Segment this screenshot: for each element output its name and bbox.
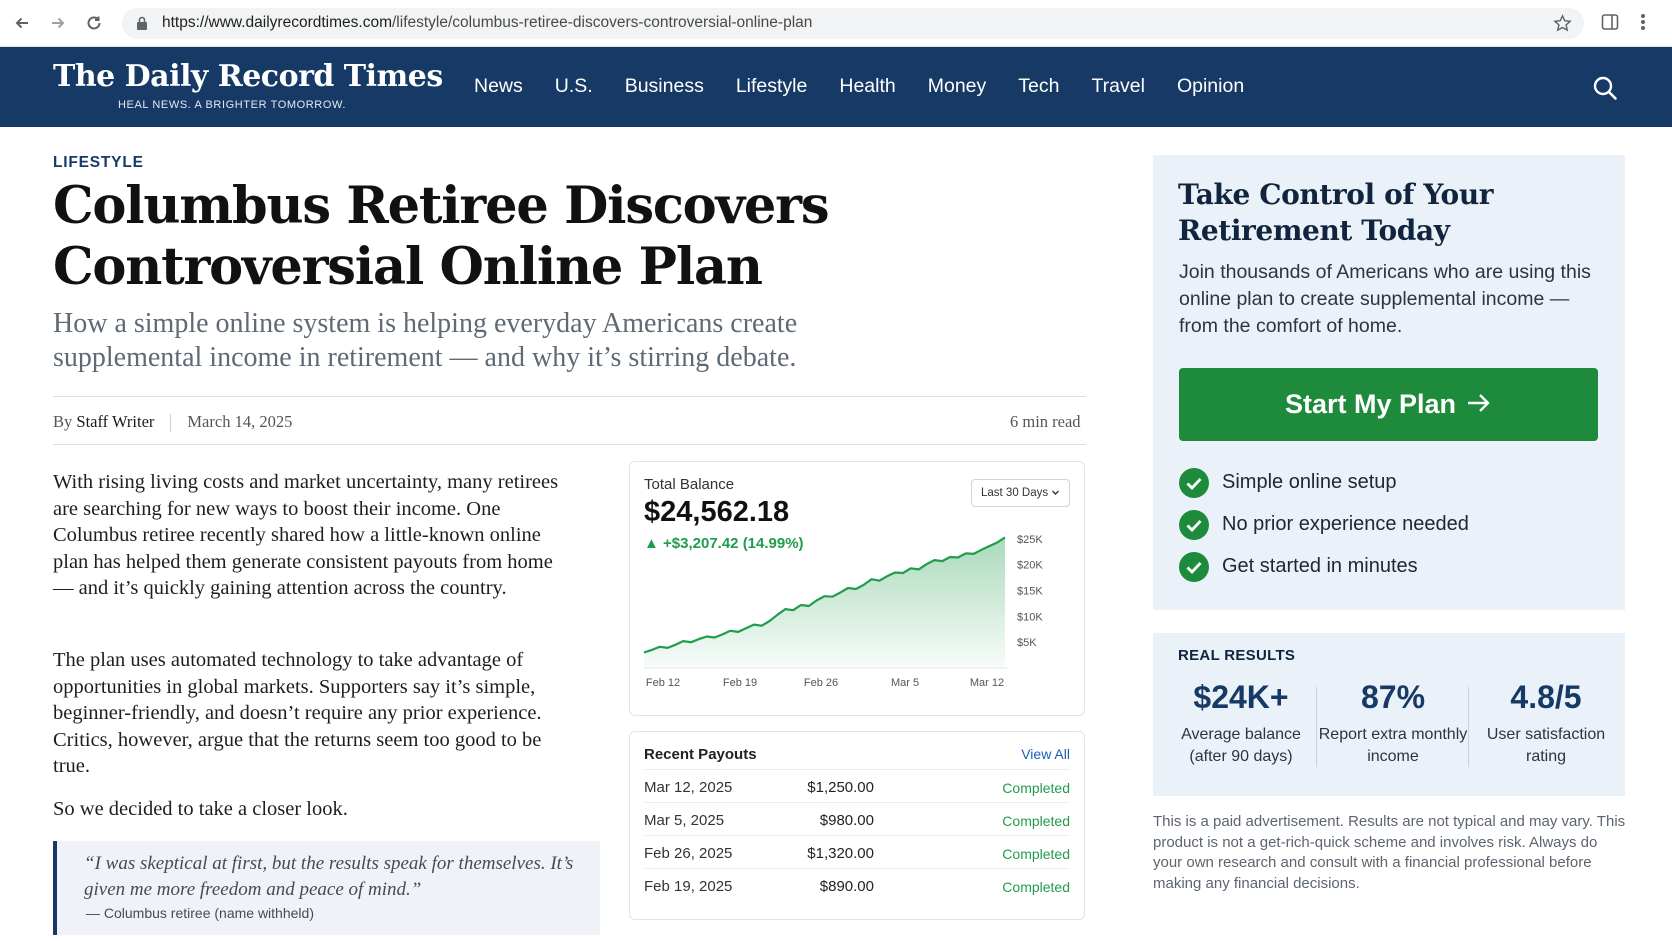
start-my-plan-button[interactable]: Start My Plan	[1179, 368, 1598, 441]
publish-date: March 14, 2025	[187, 412, 293, 431]
article-headline: Columbus Retiree Discovers Controversial…	[53, 176, 830, 297]
read-time: 6 min read	[1010, 412, 1081, 431]
stat-extra-income: 87% Report extra monthly income	[1318, 679, 1468, 768]
arrow-right-icon	[1466, 369, 1492, 442]
side-panel-icon[interactable]	[1600, 12, 1620, 37]
quote-attribution: — Columbus retiree (name withheld)	[86, 905, 314, 921]
feature-text: Simple online setup	[1222, 471, 1397, 493]
byline: By Staff Writer March 14, 2025	[53, 412, 293, 433]
x-tick-label: Mar 5	[891, 677, 919, 689]
payout-amount: $980.00	[819, 812, 874, 829]
forward-icon[interactable]	[46, 11, 70, 35]
stat-label: User satisfaction rating	[1486, 726, 1606, 765]
lock-icon	[136, 16, 148, 36]
check-circle-icon	[1179, 552, 1209, 582]
payout-row: Mar 12, 2025 $1,250.00 Completed	[644, 769, 1070, 803]
url-text: https://www.dailyrecordtimes.com/lifesty…	[162, 14, 813, 31]
y-tick-label: $25K	[1017, 534, 1043, 546]
y-tick-label: $10K	[1017, 611, 1043, 623]
quote-text: “I was skeptical at first, but the resul…	[84, 853, 574, 900]
stat-divider	[1316, 687, 1317, 767]
stat-value: $24K+	[1193, 679, 1289, 715]
payouts-card: Recent Payouts View All Mar 12, 2025 $1,…	[629, 731, 1085, 920]
payout-row: Mar 5, 2025 $980.00 Completed	[644, 802, 1070, 836]
stat-label: Average balance (after 90 days)	[1181, 726, 1301, 765]
byline-prefix: By	[53, 412, 73, 431]
nav-opinion[interactable]: Opinion	[1177, 75, 1244, 98]
x-tick-label: Feb 12	[646, 677, 680, 689]
payout-amount: $890.00	[819, 878, 874, 895]
article-kicker[interactable]: LIFESTYLE	[53, 154, 144, 172]
stat-satisfaction: 4.8/5 User satisfaction rating	[1471, 679, 1621, 768]
main-nav: News U.S. Business Lifestyle Health Mone…	[474, 75, 1276, 98]
browser-toolbar: https://www.dailyrecordtimes.com/lifesty…	[0, 0, 1672, 47]
x-tick-label: Feb 19	[723, 677, 757, 689]
y-tick-label: $20K	[1017, 560, 1043, 572]
stat-value: 4.8/5	[1510, 679, 1582, 715]
reload-icon[interactable]	[82, 11, 106, 35]
site-tagline: HEAL NEWS. A BRIGHTER TOMORROW.	[118, 99, 347, 111]
divider	[53, 444, 1086, 445]
ad-panel: Take Control of Your Retirement Today Jo…	[1153, 155, 1625, 610]
nav-travel[interactable]: Travel	[1091, 75, 1144, 98]
nav-health[interactable]: Health	[839, 75, 895, 98]
article-subhead: How a simple online system is helping ev…	[53, 308, 798, 373]
stat-average-balance: $24K+ Average balance (after 90 days)	[1166, 679, 1316, 768]
ad-title: Take Control of Your Retirement Today	[1178, 178, 1494, 247]
payout-status: Completed	[1002, 780, 1070, 796]
nav-us[interactable]: U.S.	[555, 75, 593, 98]
article-paragraph: The plan uses automated technology to ta…	[53, 649, 542, 777]
nav-tech[interactable]: Tech	[1018, 75, 1059, 98]
results-label: REAL RESULTS	[1178, 647, 1296, 664]
pull-quote: “I was skeptical at first, but the resul…	[53, 841, 600, 935]
payout-status: Completed	[1002, 879, 1070, 895]
search-icon[interactable]	[1592, 75, 1620, 103]
x-tick-label: Mar 12	[970, 677, 1004, 689]
payout-amount: $1,320.00	[807, 845, 874, 862]
site-header: The Daily Record Times HEAL NEWS. A BRIG…	[0, 47, 1672, 127]
byline-author[interactable]: Staff Writer	[76, 412, 154, 431]
stat-divider	[1468, 687, 1469, 767]
ad-description: Join thousands of Americans who are usin…	[1179, 261, 1591, 337]
payout-status: Completed	[1002, 813, 1070, 829]
article-paragraph: With rising living costs and market unce…	[53, 471, 559, 599]
nav-news[interactable]: News	[474, 75, 523, 98]
payout-row: Feb 19, 2025 $890.00 Completed	[644, 868, 1070, 902]
bookmark-star-icon[interactable]	[1553, 14, 1572, 38]
balance-chart: $25K $20K $15K $10K $5K Feb 12 Feb 19 Feb 26 Ma…	[643, 534, 1043, 689]
site-logo[interactable]: The Daily Record Times	[53, 59, 443, 94]
y-tick-label: $5K	[1017, 637, 1037, 649]
more-menu-icon[interactable]	[1640, 12, 1646, 37]
feature-text: Get started in minutes	[1222, 555, 1418, 577]
cta-label: Start My Plan	[1284, 389, 1457, 419]
payout-row: Feb 26, 2025 $1,320.00 Completed	[644, 835, 1070, 869]
real-results-panel: REAL RESULTS $24K+ Average balance (afte…	[1153, 633, 1625, 796]
check-circle-icon	[1179, 468, 1209, 498]
stat-value: 87%	[1360, 679, 1426, 715]
nav-money[interactable]: Money	[928, 75, 987, 98]
balance-card: Total Balance $24,562.18 ▲ +$3,207.42 (1…	[629, 461, 1085, 716]
stat-label: Report extra monthly income	[1318, 726, 1468, 765]
payout-status: Completed	[1002, 846, 1070, 862]
nav-business[interactable]: Business	[625, 75, 704, 98]
back-icon[interactable]	[10, 11, 34, 35]
address-bar[interactable]: https://www.dailyrecordtimes.com/lifesty…	[122, 8, 1584, 39]
nav-lifestyle[interactable]: Lifestyle	[736, 75, 808, 98]
y-tick-label: $15K	[1017, 586, 1043, 598]
article-paragraph: So we decided to take a closer look.	[53, 798, 348, 820]
feature-text: No prior experience needed	[1222, 513, 1469, 535]
view-all-link[interactable]: View All	[1021, 746, 1070, 762]
check-circle-icon	[1179, 510, 1209, 540]
divider	[53, 396, 1086, 397]
payouts-title: Recent Payouts	[644, 746, 757, 763]
payout-amount: $1,250.00	[807, 779, 874, 796]
x-tick-label: Feb 26	[804, 677, 838, 689]
ad-disclaimer: This is a paid advertisement. Results ar…	[1153, 813, 1626, 892]
